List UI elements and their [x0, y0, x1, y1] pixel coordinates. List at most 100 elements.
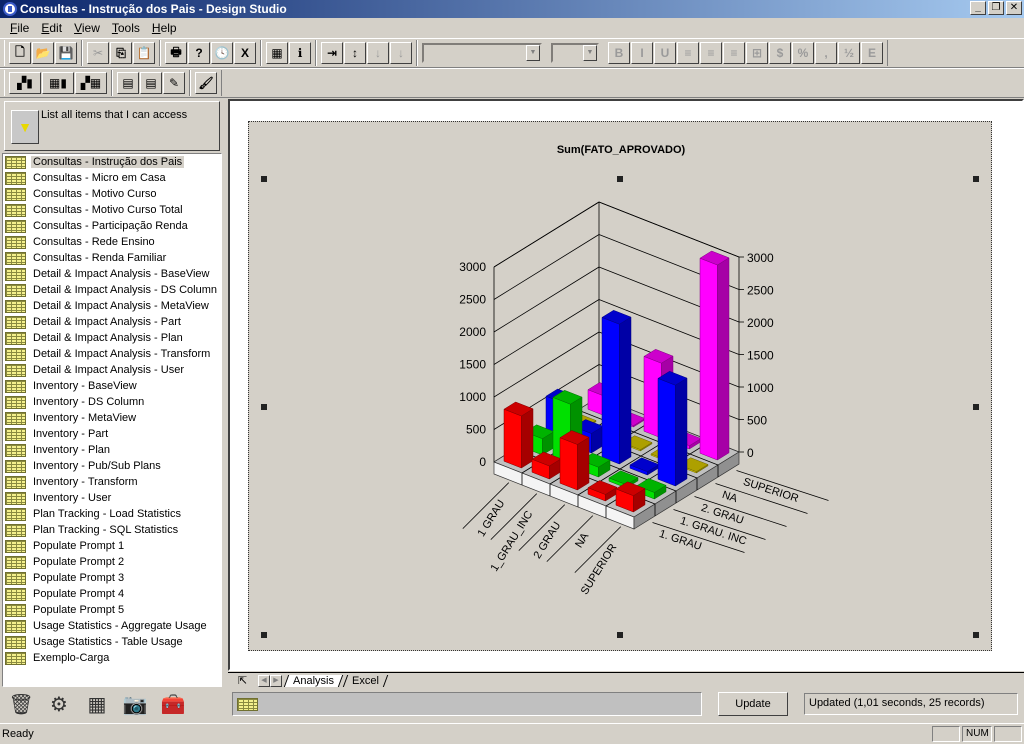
excel-button[interactable]: X [234, 42, 256, 64]
list-item[interactable]: Usage Statistics - Table Usage [3, 634, 221, 650]
menu-help[interactable]: Help [146, 21, 183, 35]
list-item[interactable]: Inventory - Plan [3, 442, 221, 458]
resize-handle[interactable] [261, 632, 267, 638]
tab-analysis[interactable]: Analysis [283, 674, 344, 687]
list-item[interactable]: Exemplo-Carga [3, 650, 221, 666]
align-center-button[interactable]: ≡ [700, 42, 722, 64]
list-item[interactable]: Detail & Impact Analysis - BaseView [3, 266, 221, 282]
resize-handle[interactable] [973, 632, 979, 638]
app-icon[interactable] [3, 2, 17, 16]
align-right-button[interactable]: ≡ [723, 42, 745, 64]
list-item[interactable]: Populate Prompt 2 [3, 554, 221, 570]
tab-prev-button[interactable]: ◀ [258, 674, 270, 687]
edit-report-button[interactable]: ✎ [163, 72, 185, 94]
resize-handle[interactable] [973, 176, 979, 182]
sort-button[interactable]: ↕ [344, 42, 366, 64]
list-item[interactable]: Consultas - Rede Ensino [3, 234, 221, 250]
new-report-2-button[interactable]: ▤ [140, 72, 162, 94]
open-button[interactable]: 📂 [32, 42, 54, 64]
list-item[interactable]: Plan Tracking - SQL Statistics [3, 522, 221, 538]
sort-descending-button[interactable]: ↓ [390, 42, 412, 64]
list-item[interactable]: Inventory - DS Column [3, 394, 221, 410]
list-item[interactable]: Inventory - Pub/Sub Plans [3, 458, 221, 474]
list-item[interactable]: Detail & Impact Analysis - User [3, 362, 221, 378]
trash-icon[interactable]: 🗑 [8, 693, 33, 716]
list-item[interactable]: Detail & Impact Analysis - Transform [3, 346, 221, 362]
list-item[interactable]: Populate Prompt 1 [3, 538, 221, 554]
list-item[interactable]: Inventory - Transform [3, 474, 221, 490]
chart-to-table-button[interactable]: ▞▦ [75, 72, 107, 94]
pivot-button[interactable]: ⇥ [321, 42, 343, 64]
filter-funnel-button[interactable]: ▼ [11, 110, 39, 144]
tab-next-button[interactable]: ▶ [270, 674, 282, 687]
list-item[interactable]: Inventory - Part [3, 426, 221, 442]
resize-handle[interactable] [973, 404, 979, 410]
chevron-down-icon[interactable]: ▼ [526, 45, 540, 61]
merge-button[interactable]: ⊞ [746, 42, 768, 64]
percent-button[interactable]: % [792, 42, 814, 64]
list-item[interactable]: Detail & Impact Analysis - Plan [3, 330, 221, 346]
copy-button[interactable]: ⎘ [110, 42, 132, 64]
camera-icon[interactable]: 📷 [123, 693, 148, 716]
list-item[interactable]: Detail & Impact Analysis - MetaView [3, 298, 221, 314]
info-button[interactable]: ℹ [289, 42, 311, 64]
list-item[interactable]: Detail & Impact Analysis - Part [3, 314, 221, 330]
list-item[interactable]: Plan Tracking - Load Statistics [3, 506, 221, 522]
close-button[interactable]: ✕ [1006, 1, 1022, 15]
list-item[interactable]: Inventory - MetaView [3, 410, 221, 426]
toolbox-icon[interactable]: 🧰 [161, 693, 186, 716]
resize-handle[interactable] [261, 176, 267, 182]
menu-edit[interactable]: Edit [35, 21, 68, 35]
underline-button[interactable]: U [654, 42, 676, 64]
resize-handle[interactable] [617, 176, 623, 182]
menu-file[interactable]: File [4, 21, 35, 35]
font-combo[interactable]: ▼ [422, 43, 542, 63]
print-button[interactable]: 🖶 [165, 42, 187, 64]
comma-button[interactable]: , [815, 42, 837, 64]
list-item[interactable]: Inventory - User [3, 490, 221, 506]
list-item[interactable]: Populate Prompt 3 [3, 570, 221, 586]
bold-button[interactable]: B [608, 42, 630, 64]
list-item[interactable]: Consultas - Renda Familiar [3, 250, 221, 266]
list-item[interactable]: Usage Statistics - Aggregate Usage [3, 618, 221, 634]
paste-button[interactable]: 📋 [133, 42, 155, 64]
clock-button[interactable]: 🕓 [211, 42, 233, 64]
sort-ascending-button[interactable]: ↓ [367, 42, 389, 64]
list-item[interactable]: Populate Prompt 5 [3, 602, 221, 618]
resize-handle[interactable] [617, 632, 623, 638]
table-to-chart-button[interactable]: ▦▮ [42, 72, 74, 94]
update-button[interactable]: Update [718, 692, 788, 716]
chart-wizard-button[interactable]: ▞▮ [9, 72, 41, 94]
sheet-pointer-icon[interactable]: ⇱ [238, 674, 252, 687]
align-left-button[interactable]: ≡ [677, 42, 699, 64]
resize-handle[interactable] [261, 404, 267, 410]
size-combo[interactable]: ▼ [551, 43, 599, 63]
list-item[interactable]: Inventory - BaseView [3, 378, 221, 394]
list-item[interactable]: Consultas - Motivo Curso Total [3, 202, 221, 218]
table-icon[interactable]: ▦ [86, 693, 108, 716]
list-item[interactable]: Consultas - Participação Renda [3, 218, 221, 234]
filter-box[interactable] [232, 692, 702, 716]
chevron-down-icon[interactable]: ▼ [583, 45, 597, 61]
list-item[interactable]: Populate Prompt 4 [3, 586, 221, 602]
menu-view[interactable]: View [68, 21, 106, 35]
currency-button[interactable]: $ [769, 42, 791, 64]
settings-gear-icon[interactable]: ⚙ [48, 693, 70, 716]
tab-excel[interactable]: Excel [342, 674, 389, 687]
list-item[interactable]: Consultas - Micro em Casa [3, 170, 221, 186]
menu-tools[interactable]: Tools [106, 21, 146, 35]
restore-button[interactable]: ❐ [988, 1, 1004, 15]
item-list[interactable]: Consultas - Instrução dos Pais Consultas … [2, 153, 222, 687]
list-item[interactable]: Detail & Impact Analysis - DS Column [3, 282, 221, 298]
list-item[interactable]: Consultas - Motivo Curso [3, 186, 221, 202]
save-button[interactable]: 💾 [55, 42, 77, 64]
new-button[interactable]: 🗋 [9, 42, 31, 64]
calculator-button[interactable]: ▦ [266, 42, 288, 64]
exponent-button[interactable]: E [861, 42, 883, 64]
fraction-button[interactable]: ½ [838, 42, 860, 64]
cut-button[interactable]: ✂ [87, 42, 109, 64]
new-report-button[interactable]: ▤ [117, 72, 139, 94]
paint-button[interactable]: 🖌 [195, 72, 217, 94]
list-item[interactable]: Consultas - Instrução dos Pais [3, 154, 221, 170]
chart-frame[interactable]: Sum(FATO_APROVADO) 0 0 500 500 1000 1000 1500 1… [248, 121, 992, 651]
